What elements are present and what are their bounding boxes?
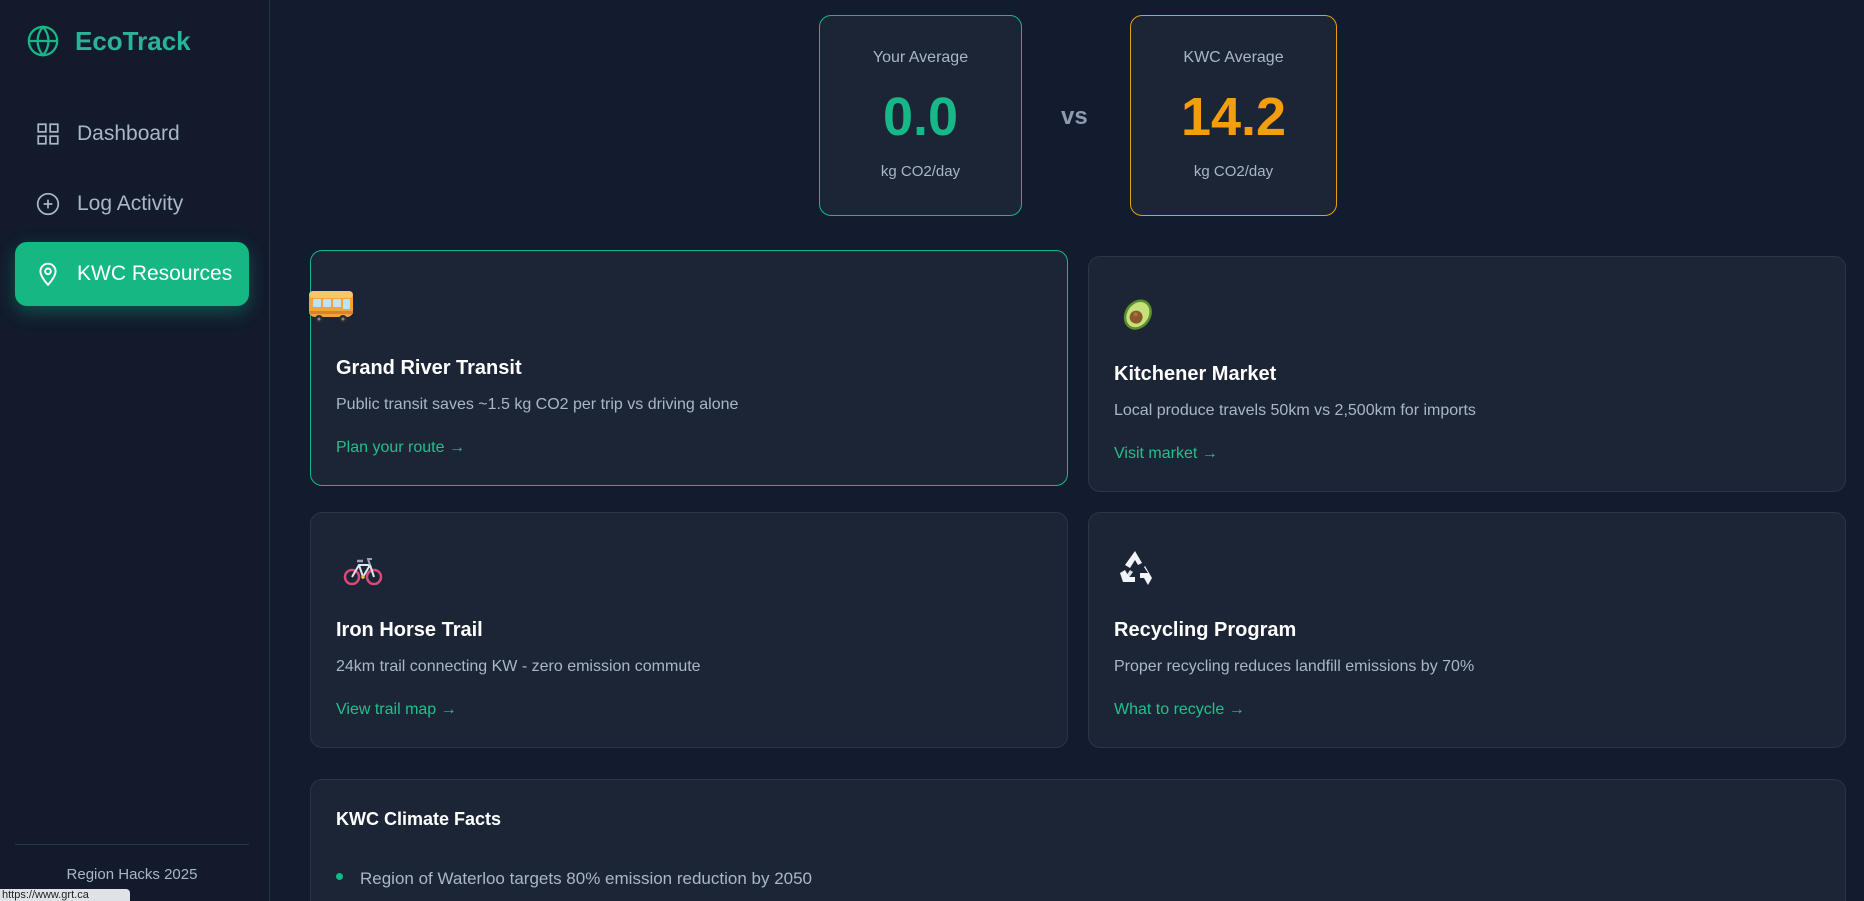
app: EcoTrack Dashboard Log Activity KWC Reso… [0, 0, 1864, 901]
sidebar-item-label: Dashboard [77, 122, 180, 145]
sidebar-divider [15, 844, 249, 845]
resource-title: Grand River Transit [336, 357, 522, 379]
what-to-recycle-link[interactable]: What to recycle → [1114, 701, 1245, 719]
list-item: Region of Waterloo targets 80% emission … [336, 869, 812, 889]
sidebar: EcoTrack Dashboard Log Activity KWC Reso… [0, 0, 270, 901]
facts-title: KWC Climate Facts [336, 809, 502, 829]
resource-title: Kitchener Market [1114, 363, 1277, 385]
your-average-card: Your Average 0.0 kg CO2/day [819, 15, 1022, 216]
logo[interactable]: EcoTrack [26, 24, 191, 58]
resource-card-grand-river-transit[interactable]: Grand River Transit Public transit saves… [309, 250, 1068, 486]
climate-facts-card: KWC Climate Facts Region of Waterloo tar… [310, 779, 1846, 901]
status-bar-url: https://www.grt.ca [0, 889, 130, 901]
globe-icon [27, 25, 59, 57]
sidebar-item-label: Log Activity [77, 192, 184, 215]
stat-unit: kg CO2/day [880, 163, 961, 180]
avocado-icon [1123, 299, 1152, 330]
sidebar-item-log-activity[interactable]: Log Activity [15, 172, 249, 236]
bicycle-icon [343, 558, 383, 586]
visit-market-link[interactable]: Visit market → [1114, 445, 1218, 463]
stat-label: Your Average [872, 49, 969, 66]
fact-text: Region of Waterloo targets 80% emission … [360, 869, 813, 888]
recycle-icon [1120, 551, 1152, 585]
sidebar-item-label: KWC Resources [77, 262, 233, 285]
resource-card-kitchener-market[interactable]: Kitchener Market Local produce travels 5… [1088, 256, 1846, 492]
sidebar-item-dashboard[interactable]: Dashboard [15, 102, 249, 166]
resource-description: 24km trail connecting KW - zero emission… [336, 658, 701, 675]
plus-circle-icon [36, 192, 60, 216]
resource-title: Iron Horse Trail [336, 619, 483, 641]
plan-route-link[interactable]: Plan your route → [336, 439, 465, 457]
resource-description: Local produce travels 50km vs 2,500km fo… [1114, 402, 1476, 419]
grid-icon [37, 123, 59, 145]
kwc-average-card: KWC Average 14.2 kg CO2/day [1130, 15, 1337, 216]
vs-label: vs [1061, 103, 1088, 130]
resource-card-recycling-program[interactable]: Recycling Program Proper recycling reduc… [1088, 512, 1846, 748]
app-name: EcoTrack [75, 25, 191, 56]
resource-description: Public transit saves ~1.5 kg CO2 per tri… [336, 396, 739, 413]
sidebar-item-kwc-resources[interactable]: KWC Resources [15, 242, 249, 306]
map-pin-icon [39, 262, 57, 287]
stat-label: KWC Average [1183, 49, 1284, 66]
stat-value: 0.0 [882, 87, 959, 147]
stat-unit: kg CO2/day [1193, 163, 1274, 180]
resource-card-iron-horse-trail[interactable]: Iron Horse Trail 24km trail connecting K… [310, 512, 1068, 748]
view-trail-map-link[interactable]: View trail map → [336, 701, 457, 719]
resource-description: Proper recycling reduces landfill emissi… [1114, 658, 1475, 675]
stat-value: 14.2 [1180, 87, 1287, 147]
sidebar-footer: Region Hacks 2025 [66, 866, 198, 883]
resource-title: Recycling Program [1114, 619, 1297, 641]
bus-icon [309, 291, 353, 323]
bullet-icon [336, 872, 343, 880]
